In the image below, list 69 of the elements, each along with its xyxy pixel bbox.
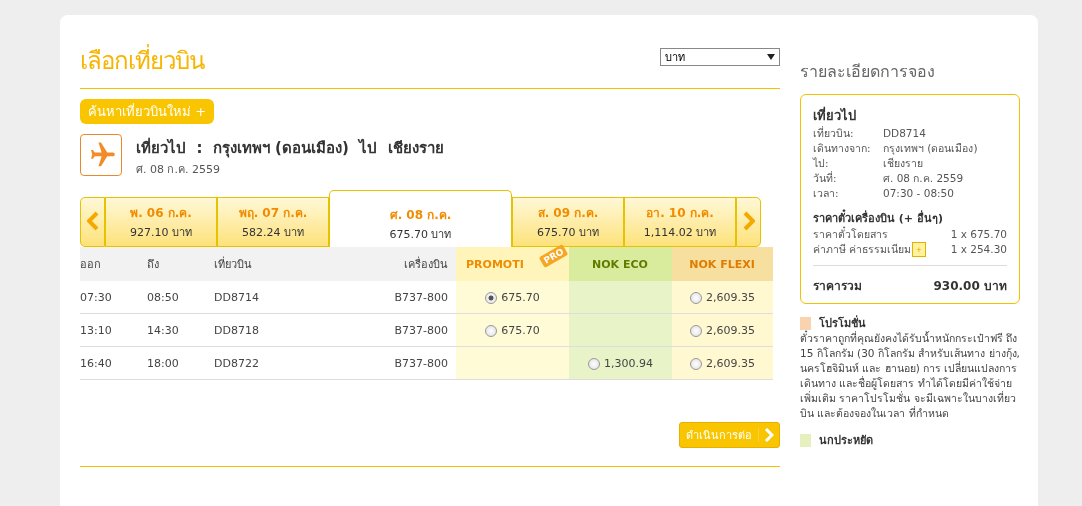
table-cell: B737-800 — [309, 313, 456, 347]
price-value: 1 x 675.70 — [950, 227, 1007, 242]
fare-column-header: NOK ECO — [569, 247, 672, 281]
date-tab[interactable]: พฤ. 07 ก.ค. 582.24 บาท — [217, 197, 329, 247]
previous-date-button[interactable] — [80, 197, 105, 247]
fare-column-header: NOK FLEXI — [672, 247, 773, 281]
column-header: ออก — [80, 247, 147, 281]
detail-label: เดินทางจาก: — [813, 141, 872, 156]
detail-value: ศ. 08 ก.ค. 2559 — [883, 171, 965, 186]
table-cell: DD8718 — [214, 313, 309, 347]
dropdown-icon — [767, 54, 775, 60]
radio-button[interactable] — [485, 291, 498, 304]
table-cell: DD8722 — [214, 346, 309, 380]
detail-value: กรุงเทพฯ (ดอนเมือง) — [883, 141, 979, 156]
chevron-left-icon — [86, 210, 99, 231]
table-cell: 08:50 — [147, 281, 215, 314]
date-tab[interactable]: อา. 10 ก.ค. 1,114.02 บาท — [624, 197, 736, 247]
table-cell: DD8714 — [214, 281, 309, 314]
legend-text: ตั๋วราคาถูกที่คุณยังคงได้รับน้ำหนักกระเป๋าฟรี ถึง 15 กิโลกรัม (30 กิโลกรัม สำหรับเส้นทาง ย่างกุ้ง, นครโฮจิมินห์ และ ฮานอย) การ เปลี่ยนแปลงการเดินทาง และชื่อผู้โดยสาร ทำได้โดยมีค่าใช้จ่ายเพิ่มเติม ราคาโปรโมชั่น จะมีเฉพาะในบางเที่ยวบิน และต้องจองในเวลา ที่กำหนด — [800, 331, 1020, 421]
table-cell: 18:00 — [147, 346, 215, 380]
detail-value: 07:30 - 08:50 — [883, 186, 955, 201]
next-date-button[interactable] — [736, 197, 761, 247]
table-cell: 13:10 — [80, 313, 147, 347]
table-cell: 16:40 — [80, 346, 147, 380]
radio-button[interactable] — [485, 324, 498, 337]
fare-option[interactable]: 2,609.35 — [690, 323, 755, 337]
fare-option[interactable]: 675.70 — [485, 290, 540, 304]
detail-label: ไป: — [813, 156, 830, 171]
fare-option[interactable]: 1,300.94 — [588, 356, 653, 370]
chevron-right-icon — [742, 210, 755, 231]
date-tab[interactable]: ส. 09 ก.ค. 675.70 บาท — [512, 197, 624, 247]
price-title: ราคาตั๋วเครื่องบิน (+ อื่นๆ) — [813, 209, 1007, 227]
fare-option[interactable]: 2,609.35 — [690, 290, 755, 304]
price-label: ราคาตั๋วโดยสาร — [813, 227, 888, 242]
table-cell: B737-800 — [309, 346, 456, 380]
summary-title: รายละเอียดการจอง — [800, 61, 936, 83]
chevron-right-icon — [764, 428, 774, 442]
date-tab[interactable]: พ. 06 ก.ค. 927.10 บาท — [105, 197, 217, 247]
route-title: เที่ยวไป : กรุงเทพฯ (ดอนเมือง) ไป เชียงราย — [136, 136, 444, 160]
date-tab[interactable]: ศ. 08 ก.ค. 675.70 บาท — [329, 190, 512, 247]
column-header: เครื่องบิน — [309, 247, 456, 281]
table-cell: 14:30 — [147, 313, 215, 347]
plane-icon — [80, 134, 122, 176]
fare-option[interactable]: 675.70 — [485, 323, 540, 337]
price-value: 1 x 254.30 — [950, 242, 1007, 257]
detail-label: วันที่: — [813, 171, 838, 186]
page-title: เลือกเที่ยวบิน — [80, 41, 204, 80]
legend-title: โปรโมชั่น — [819, 316, 866, 330]
legend-title: นกประหยัด — [819, 433, 873, 448]
detail-value: เชียงราย — [883, 156, 924, 171]
table-cell: 07:30 — [80, 281, 147, 314]
detail-value: DD8714 — [883, 126, 927, 141]
column-header: ถึง — [147, 247, 215, 281]
total-value: 930.00 บาท — [933, 278, 1007, 295]
radio-button[interactable] — [588, 357, 600, 370]
detail-label: เที่ยวบิน: — [813, 126, 855, 141]
fare-option[interactable]: 2,609.35 — [690, 356, 755, 370]
price-label: ค่าภาษี ค่าธรรมเนียม — [813, 242, 912, 257]
detail-label: เวลา: — [813, 186, 840, 201]
currency-select[interactable]: บาท — [660, 48, 780, 66]
route-date: ศ. 08 ก.ค. 2559 — [136, 162, 221, 178]
section-title: เที่ยวไป — [813, 105, 857, 125]
radio-button[interactable] — [690, 357, 702, 370]
total-label: ราคารวม — [813, 278, 862, 295]
fare-column-header: PROMOTI PRO — [456, 247, 569, 281]
radio-button[interactable] — [690, 324, 702, 337]
radio-button[interactable] — [690, 291, 702, 304]
column-header: เที่ยวบิน — [214, 247, 309, 281]
table-cell: B737-800 — [309, 281, 456, 314]
